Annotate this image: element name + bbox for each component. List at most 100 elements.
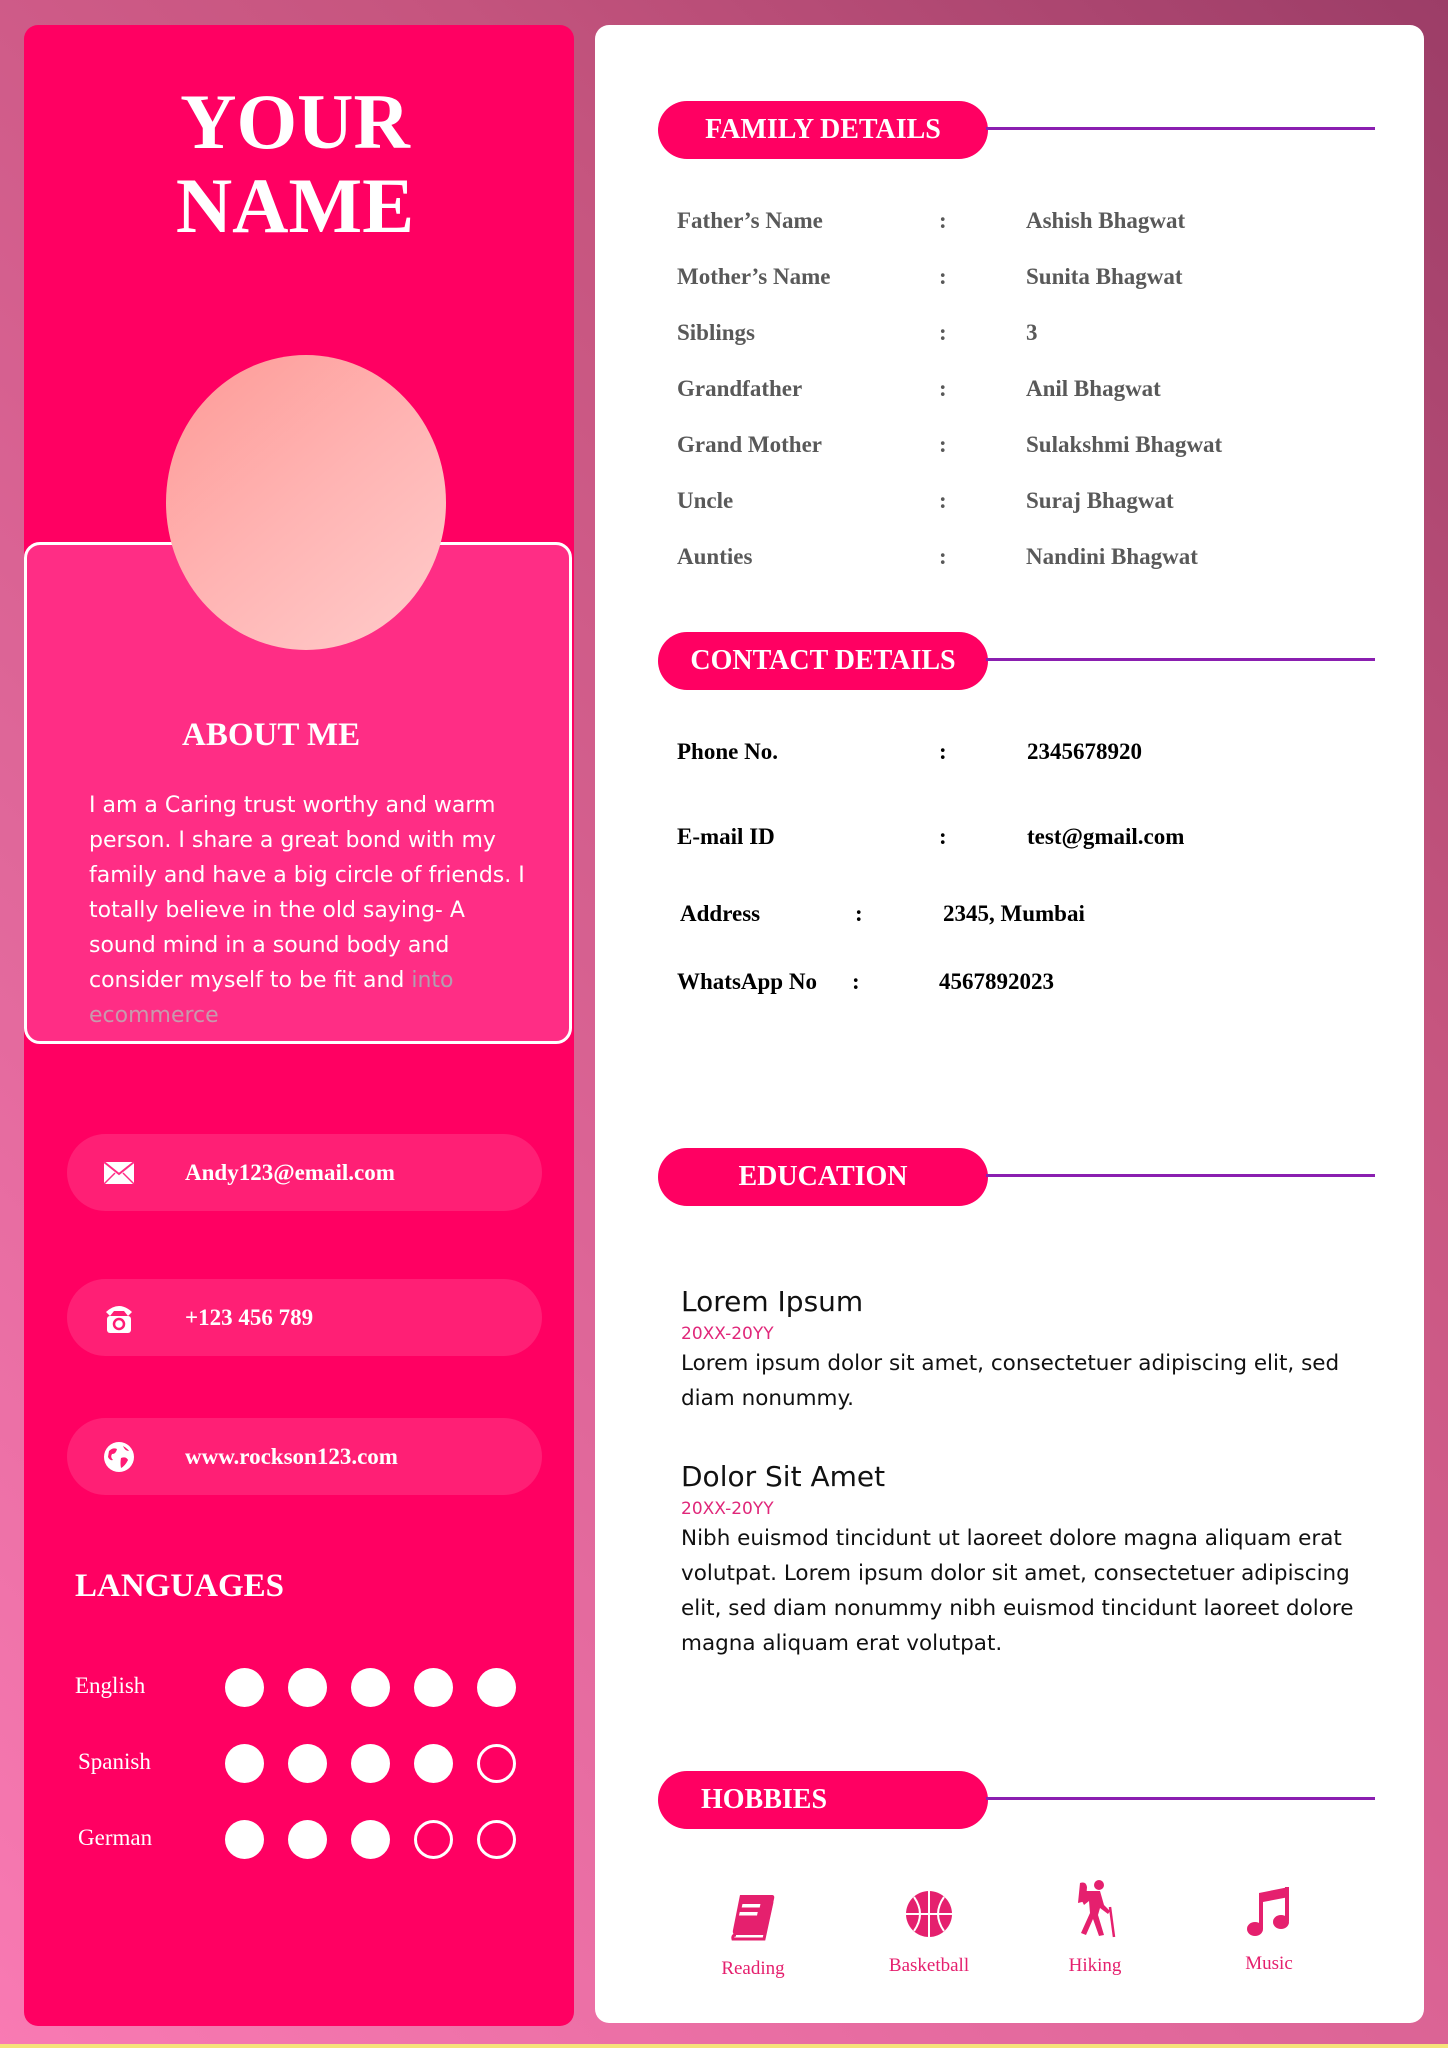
proficiency-dot-filled (225, 1744, 264, 1783)
basketball-icon (859, 1873, 999, 1939)
family-value: Ashish Bhagwat (1026, 208, 1186, 233)
proficiency-dot-empty (414, 1820, 453, 1859)
hobby-label: Reading (721, 1958, 785, 1979)
language-name: English (75, 1673, 146, 1698)
education-item: Lorem Ipsum 20XX-20YY Lorem ipsum dolor … (681, 1285, 1361, 1416)
music-note-icon (1199, 1871, 1339, 1937)
section-divider (986, 1797, 1375, 1800)
contact-website[interactable]: www.rockson123.com (67, 1418, 542, 1495)
bottom-strip (0, 2044, 1448, 2048)
family-value: 3 (1026, 320, 1038, 345)
proficiency-dot-filled (477, 1668, 516, 1707)
language-name: Spanish (78, 1749, 151, 1774)
contact-detail-value: 4567892023 (939, 969, 1054, 994)
family-label: Aunties (677, 544, 753, 569)
education-item-title: Dolor Sit Amet (681, 1460, 886, 1493)
section-divider (986, 658, 1375, 661)
education-item: Dolor Sit Amet 20XX-20YY Nibh euismod ti… (681, 1460, 1361, 1661)
contact-website-value: www.rockson123.com (185, 1443, 398, 1469)
education-item-description: Nibh euismod tincidunt ut laoreet dolore… (681, 1526, 1354, 1656)
family-label: Grandfather (677, 376, 803, 401)
proficiency-dot-filled (225, 1668, 264, 1707)
contact-phone-value: +123 456 789 (185, 1304, 314, 1330)
contact-detail-value: test@gmail.com (1027, 824, 1185, 849)
hobby-label: Music (1245, 1953, 1293, 1974)
hobby-label: Hiking (1068, 1955, 1122, 1976)
contact-detail-value: 2345, Mumbai (943, 901, 1085, 926)
hobby-reading: Reading (683, 1876, 823, 1980)
education-item-title: Lorem Ipsum (681, 1285, 864, 1318)
contact-detail-label: Address (680, 901, 761, 926)
telephone-icon (99, 1298, 139, 1338)
proficiency-dot-filled (351, 1820, 390, 1859)
language-row: German (0, 1820, 560, 1864)
family-value: Sunita Bhagwat (1026, 264, 1183, 289)
envelope-icon (99, 1153, 139, 1193)
family-details-title: FAMILY DETAILS (658, 101, 988, 159)
separator: : (939, 432, 947, 457)
separator: : (939, 376, 947, 401)
separator: : (939, 544, 947, 569)
about-me-title: ABOUT ME (182, 717, 361, 753)
language-row: English (0, 1668, 560, 1712)
hobby-hiking: Hiking (1025, 1873, 1165, 1977)
proficiency-dot-filled (351, 1668, 390, 1707)
contact-detail-label: WhatsApp No (677, 969, 817, 994)
language-name: German (78, 1825, 153, 1850)
hobbies-header: HOBBIES (658, 1771, 1378, 1829)
proficiency-dot-filled (351, 1744, 390, 1783)
family-label: Father’s Name (677, 208, 823, 233)
proficiency-dot-filled (225, 1820, 264, 1859)
globe-icon (99, 1437, 139, 1477)
family-label: Siblings (677, 320, 755, 345)
language-row: Spanish (0, 1744, 560, 1788)
separator: : (939, 264, 947, 289)
contact-detail-label: Phone No. (677, 739, 778, 764)
family-label: Grand Mother (677, 432, 823, 457)
education-header: EDUCATION (658, 1148, 1378, 1206)
family-details-header: FAMILY DETAILS (658, 101, 1378, 159)
education-item-date: 20XX-20YY (681, 1324, 774, 1344)
about-text-main: I am a Caring trust worthy and warm pers… (89, 793, 525, 993)
section-divider (986, 127, 1375, 130)
proficiency-dot-empty (477, 1820, 516, 1859)
languages-title: LANGUAGES (75, 1568, 285, 1604)
separator: : (939, 824, 947, 849)
contact-detail-value: 2345678920 (1027, 739, 1142, 764)
name-line-2: NAME (175, 162, 415, 249)
family-label: Uncle (677, 488, 734, 513)
proficiency-dot-filled (414, 1668, 453, 1707)
family-value: Suraj Bhagwat (1026, 488, 1174, 513)
hobbies-title: HOBBIES (658, 1771, 988, 1829)
contact-details-title: CONTACT DETAILS (658, 632, 988, 690)
education-title: EDUCATION (658, 1148, 988, 1206)
hobby-label: Basketball (888, 1955, 970, 1976)
book-icon (683, 1876, 823, 1942)
about-text-faded: into (411, 968, 454, 993)
family-value: Nandini Bhagwat (1026, 544, 1198, 569)
about-text-cut: ecommerce (89, 1003, 219, 1028)
family-value: Anil Bhagwat (1026, 376, 1161, 401)
education-item-date: 20XX-20YY (681, 1499, 774, 1519)
separator: : (855, 901, 863, 926)
proficiency-dot-filled (288, 1820, 327, 1859)
contact-detail-label: E-mail ID (677, 824, 775, 849)
proficiency-dot-filled (414, 1744, 453, 1783)
contact-phone[interactable]: +123 456 789 (67, 1279, 542, 1356)
proficiency-dot-filled (288, 1744, 327, 1783)
hobby-music: Music (1199, 1871, 1339, 1975)
family-value: Sulakshmi Bhagwat (1026, 432, 1223, 457)
hobby-basketball: Basketball (859, 1873, 999, 1977)
separator: : (939, 739, 947, 764)
contact-email-value: Andy123@email.com (185, 1159, 395, 1185)
section-divider (986, 1174, 1375, 1177)
family-label: Mother’s Name (677, 264, 831, 289)
profile-photo-placeholder[interactable] (166, 355, 446, 650)
education-item-description: Lorem ipsum dolor sit amet, consectetuer… (681, 1351, 1340, 1411)
about-me-text: I am a Caring trust worthy and warm pers… (89, 788, 529, 1033)
separator: : (852, 969, 860, 994)
contact-details-header: CONTACT DETAILS (658, 632, 1378, 690)
separator: : (939, 208, 947, 233)
contact-email[interactable]: Andy123@email.com (67, 1134, 542, 1211)
name-line-1: YOUR (180, 78, 410, 165)
